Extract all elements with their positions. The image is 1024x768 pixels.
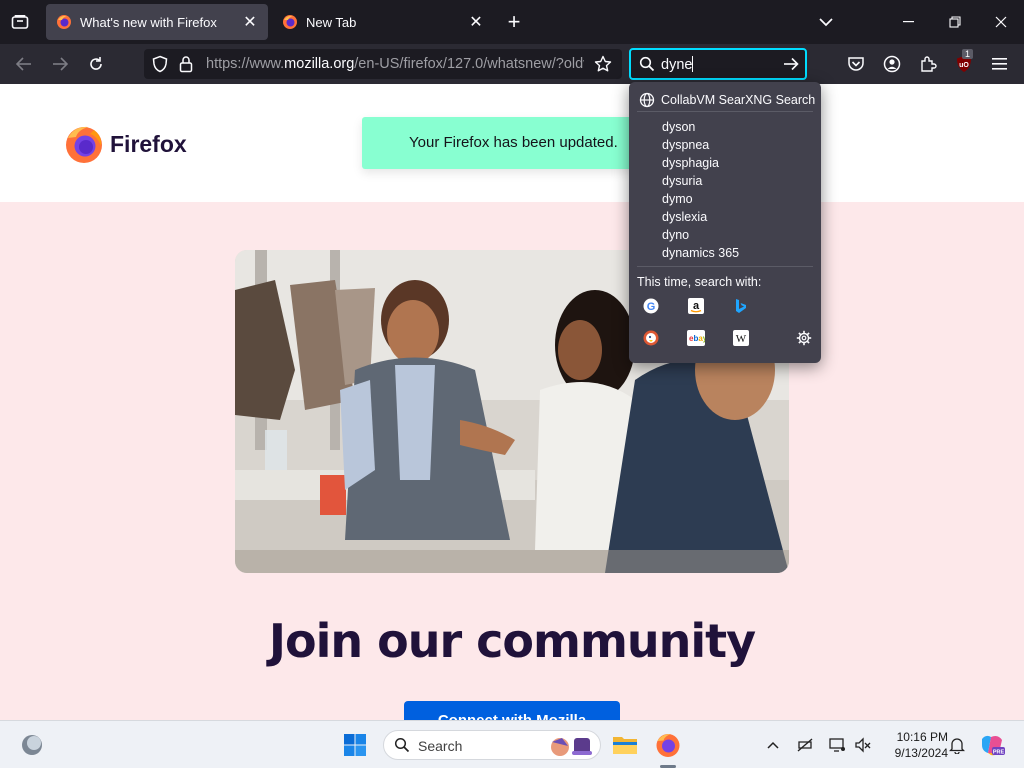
system-clock[interactable]: 10:16 PM 9/13/2024 [880,729,948,761]
new-tab-plus-icon[interactable]: + [502,9,526,34]
brand-name: Firefox [110,130,187,157]
wikipedia-icon[interactable]: W [731,328,751,348]
firefox-logo[interactable]: Firefox [64,124,187,164]
duckduckgo-icon[interactable] [641,328,661,348]
go-arrow-icon[interactable] [783,57,799,76]
svg-text:G: G [647,301,656,313]
minimize-window-icon[interactable] [886,0,932,44]
suggestion-item[interactable]: dysphagia [662,154,739,172]
search-suggestions-popup: CollabVM SearXNG Search dyson dyspnea dy… [629,82,821,363]
copilot-icon[interactable]: PRE [978,732,1006,758]
navigation-toolbar: https://www.mozilla.org/en-US/firefox/12… [0,44,1024,84]
globe-icon [639,92,655,108]
account-icon[interactable] [878,50,906,78]
search-icon [639,56,655,77]
search-settings-gear-icon[interactable] [794,328,814,348]
svg-text:W: W [736,333,747,345]
close-tab-icon[interactable]: ✕ [238,10,262,34]
windows-start-icon[interactable] [340,731,370,759]
firefox-favicon-icon [282,14,298,30]
lock-icon[interactable] [179,55,193,78]
clock-time: 10:16 PM [896,730,948,744]
firefox-favicon-icon [56,14,72,30]
url-text[interactable]: https://www.mozilla.org/en-US/firefox/12… [206,56,584,72]
suggestion-item[interactable]: dyspnea [662,136,739,154]
back-arrow-icon[interactable] [10,50,38,78]
firefox-taskbar-icon[interactable] [653,730,683,760]
reload-icon[interactable] [82,50,110,78]
page-header: Firefox Your Firefox has been updated. [0,84,1024,202]
network-disconnected-icon[interactable] [794,734,816,756]
suggestion-item[interactable]: dynamics 365 [662,244,739,262]
search-highlight-icon [548,734,596,763]
firefox-logo-icon [66,126,102,163]
tab-strip: What's new with Firefox ✕ New Tab ✕ + [0,0,1024,44]
divider [637,266,813,267]
ublock-origin-icon[interactable]: uO 1 [950,49,978,78]
search-icon [394,737,410,758]
page-heading: Join our community [268,614,756,668]
suggestion-item[interactable]: dymo [662,190,739,208]
notification-bell-icon[interactable] [946,734,968,756]
address-bar[interactable]: https://www.mozilla.org/en-US/firefox/12… [144,49,622,79]
suggestion-item[interactable]: dyson [662,118,739,136]
svg-text:a: a [693,300,700,312]
ebay-icon[interactable]: ebay [686,328,706,348]
windows-taskbar: Search 10:16 PM 9/13/2024 PRE [0,720,1024,768]
divider [637,111,813,112]
forward-arrow-icon[interactable] [46,50,74,78]
search-placeholder: Search [418,738,463,754]
chevron-up-icon[interactable] [764,735,782,755]
list-all-tabs-chevron-icon[interactable] [814,10,838,34]
search-input[interactable]: dyne [629,48,807,80]
svg-text:ebay: ebay [689,334,705,343]
restore-window-icon[interactable] [932,0,978,44]
suggestion-list: dyson dyspnea dysphagia dysuria dymo dys… [662,118,739,262]
suggestion-item[interactable]: dyno [662,226,739,244]
update-notice: Your Firefox has been updated. [362,117,662,169]
close-window-icon[interactable] [978,0,1024,44]
connect-with-mozilla-button[interactable]: Connect with Mozilla [404,701,620,720]
file-explorer-icon[interactable] [610,730,640,760]
page-content: Firefox Your Firefox has been updated. J… [0,84,1024,720]
firefox-view-icon[interactable] [8,11,32,33]
bing-icon[interactable] [731,296,751,316]
svg-text:uO: uO [959,62,969,69]
svg-text:PRE: PRE [993,750,1005,756]
volume-muted-icon[interactable] [852,734,874,756]
extensions-puzzle-icon[interactable] [914,50,942,78]
one-off-search-label: This time, search with: [637,275,762,289]
current-search-engine[interactable]: CollabVM SearXNG Search [639,91,815,109]
search-engine-name: CollabVM SearXNG Search [661,93,816,107]
menu-hamburger-icon[interactable] [986,50,1014,78]
taskbar-search-box[interactable]: Search [383,730,601,760]
bookmark-star-icon[interactable] [594,55,612,78]
clock-date: 9/13/2024 [894,746,948,760]
search-input-value: dyne [661,56,694,73]
tab-whats-new[interactable]: What's new with Firefox ✕ [46,4,268,40]
tab-title: What's new with Firefox [80,14,217,30]
extension-badge: 1 [962,49,974,59]
widgets-icon[interactable] [18,732,46,758]
suggestion-item[interactable]: dysuria [662,172,739,190]
amazon-icon[interactable]: a [686,296,706,316]
suggestion-item[interactable]: dyslexia [662,208,739,226]
google-icon[interactable]: G [641,296,661,316]
pocket-icon[interactable] [842,50,870,78]
close-tab-icon[interactable]: ✕ [464,10,488,34]
display-icon[interactable] [826,734,848,756]
tab-new-tab[interactable]: New Tab ✕ [272,4,494,40]
tab-title: New Tab [306,14,357,30]
tracking-protection-shield-icon[interactable] [151,55,169,78]
